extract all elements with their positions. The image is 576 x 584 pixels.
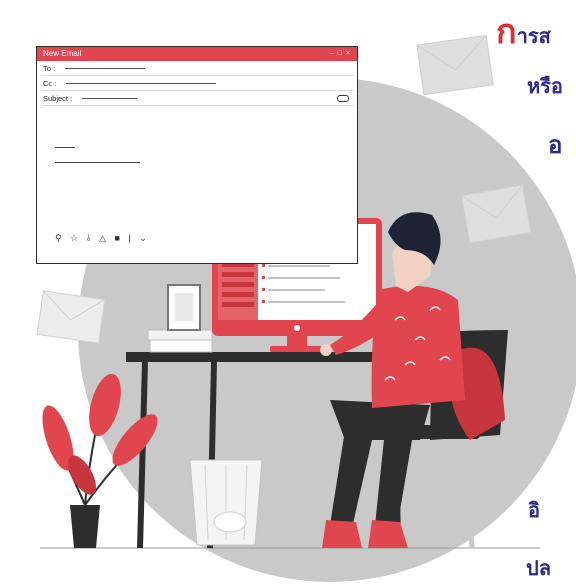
email-body (55, 147, 140, 177)
new-email-window: New Email – □ × To : Cc : Subject : ⚲ ☆ … (36, 46, 358, 264)
attachment-icon (337, 94, 349, 102)
email-titlebar: New Email – □ × (37, 47, 357, 61)
text-line-3: อ (548, 131, 563, 159)
email-toolbar: ⚲ ☆ ⫰ △ ■ | ⌄ (55, 233, 150, 243)
envelope-icon-right (460, 184, 532, 244)
heading-initial: ก (496, 12, 517, 52)
subject-label: Subject : (43, 93, 73, 103)
heading-rest: ารส (516, 24, 551, 48)
to-label: To : (43, 63, 56, 73)
email-title: New Email (43, 49, 82, 58)
window-controls: – □ × (329, 50, 351, 57)
text-line-5: ปล (526, 556, 551, 580)
envelope-icon-left (36, 290, 106, 344)
cc-field: Cc : (37, 76, 357, 90)
subject-field: Subject : (37, 91, 357, 105)
waste-basket (189, 459, 263, 546)
envelope-icon-top (416, 34, 494, 96)
cc-label: Cc : (43, 78, 57, 88)
text-line-2: หรือ (527, 74, 563, 98)
heading-line-1: การส (496, 4, 551, 58)
photo-frame (167, 284, 201, 331)
text-line-4: อิ (528, 498, 541, 522)
to-field: To : (37, 61, 357, 75)
books (147, 329, 213, 353)
